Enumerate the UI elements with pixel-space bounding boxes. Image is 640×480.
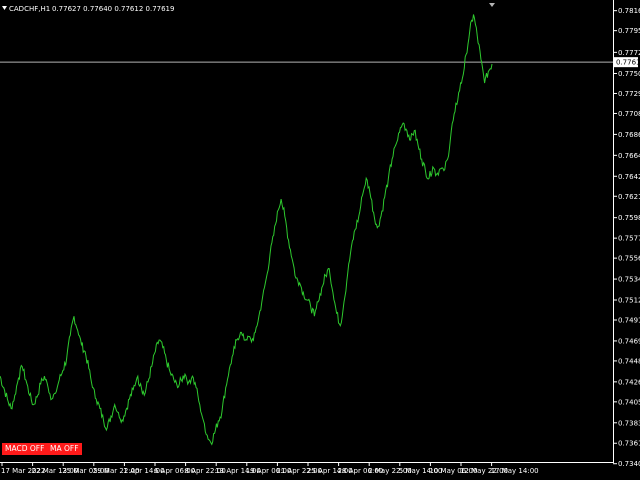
y-tick-label: 0.77722 — [618, 49, 640, 57]
y-tick-label: 0.76640 — [618, 152, 640, 160]
y-tick-label: 0.75340 — [618, 276, 640, 284]
chart-canvas: 0.77619 0.78160 0.77950 0.77722 0.77500 0.77… — [0, 0, 640, 475]
y-tick-label: 0.77500 — [618, 70, 640, 78]
y-tick-label: 0.75985 — [618, 214, 640, 222]
y-tick-label: 0.76420 — [618, 173, 640, 181]
x-axis: 17 Mar 202222 Mar 13:0025 Mar 05:0029 Ma… — [1, 462, 539, 475]
y-axis: 0.78160 0.77950 0.77722 0.77500 0.77290 0.770… — [613, 7, 640, 468]
y-tick-label: 0.74690 — [618, 337, 640, 345]
y-tick-label: 0.74910 — [618, 316, 640, 324]
macd-toggle-button[interactable]: MACD OFF — [2, 443, 48, 455]
y-tick-label: 0.75560 — [618, 255, 640, 263]
y-tick-label: 0.74260 — [618, 378, 640, 386]
price-series — [0, 14, 493, 446]
collapse-triangle-icon[interactable] — [2, 6, 7, 10]
y-tick-label: 0.74050 — [618, 398, 640, 406]
shift-marker-icon[interactable] — [489, 3, 495, 7]
y-tick-label: 0.75120 — [618, 297, 640, 305]
y-tick-label: 0.75770 — [618, 235, 640, 243]
y-tick-label: 0.76210 — [618, 193, 640, 201]
current-price-label: 0.77619 — [616, 59, 640, 67]
y-tick-label: 0.78160 — [618, 7, 640, 15]
y-tick-label: 0.73400 — [618, 460, 640, 468]
y-tick-label: 0.77950 — [618, 27, 640, 35]
y-tick-label: 0.74480 — [618, 357, 640, 365]
ma-toggle-button[interactable]: MA OFF — [47, 443, 82, 455]
y-tick-label: 0.73615 — [618, 440, 640, 448]
y-tick-label: 0.77290 — [618, 90, 640, 98]
y-tick-label: 0.77080 — [618, 110, 640, 118]
y-tick-label: 0.73830 — [618, 419, 640, 427]
y-tick-label: 0.76860 — [618, 131, 640, 139]
x-tick-label: 17 May 14:00 — [491, 467, 539, 475]
symbol-label: CADCHF,H1 — [9, 5, 50, 13]
ohlc-values: 0.77627 0.77640 0.77612 0.77619 — [52, 5, 174, 13]
chart-title: CADCHF,H1 0.77627 0.77640 0.77612 0.7761… — [2, 5, 174, 13]
current-price-line: 0.77619 — [0, 57, 640, 68]
series-line — [0, 14, 493, 446]
